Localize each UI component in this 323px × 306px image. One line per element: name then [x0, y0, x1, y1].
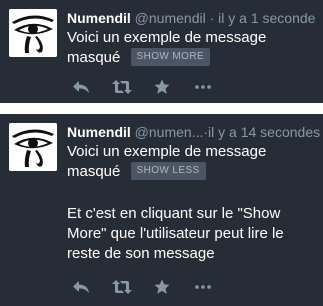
- tweet-header: Numendil @numendil · il y a 1 seconde: [67, 9, 321, 27]
- retweet-icon: [112, 80, 132, 94]
- author-name[interactable]: Numendil: [67, 10, 131, 26]
- separator: ·: [209, 10, 215, 26]
- retweet-button[interactable]: [111, 277, 133, 297]
- retweet-button[interactable]: [111, 77, 133, 97]
- more-button[interactable]: [192, 77, 214, 97]
- tweet-text: Voici un exemple de message masqué SHOW …: [67, 142, 317, 182]
- show-less-button[interactable]: SHOW LESS: [130, 162, 206, 181]
- eye-of-horus-icon: [9, 9, 57, 57]
- tweet-actions: [70, 277, 230, 297]
- tweet-expanded: Numendil @numen...·il y a 14 secondes Vo…: [0, 114, 323, 306]
- timestamp[interactable]: il y a 1 seconde: [218, 10, 315, 26]
- favorite-icon: [154, 79, 170, 94]
- avatar[interactable]: [9, 9, 57, 57]
- timestamp[interactable]: il y a 14 secondes: [208, 124, 320, 140]
- reply-icon: [73, 281, 89, 293]
- expanded-text: Et c'est en cliquant sur le "Show More" …: [67, 205, 284, 262]
- more-icon: [195, 285, 211, 289]
- tweet-actions: [70, 77, 230, 97]
- reply-button[interactable]: [70, 77, 92, 97]
- avatar[interactable]: [9, 123, 57, 171]
- reply-icon: [73, 81, 89, 93]
- more-icon: [195, 85, 211, 89]
- more-button[interactable]: [192, 277, 214, 297]
- eye-of-horus-icon: [9, 123, 57, 171]
- favorite-icon: [154, 279, 170, 294]
- author-name[interactable]: Numendil: [67, 124, 131, 140]
- favorite-button[interactable]: [151, 277, 173, 297]
- tweet-collapsed: Numendil @numendil · il y a 1 seconde Vo…: [0, 0, 323, 103]
- tweet-header: Numendil @numen...·il y a 14 secondes: [67, 123, 321, 141]
- reply-button[interactable]: [70, 277, 92, 297]
- retweet-icon: [112, 280, 132, 294]
- favorite-button[interactable]: [151, 77, 173, 97]
- author-handle[interactable]: @numendil: [135, 10, 206, 26]
- author-handle[interactable]: @numen...: [135, 124, 204, 140]
- tweet-text: Voici un exemple de message masqué SHOW …: [67, 28, 317, 68]
- show-more-button[interactable]: SHOW MORE: [130, 48, 211, 67]
